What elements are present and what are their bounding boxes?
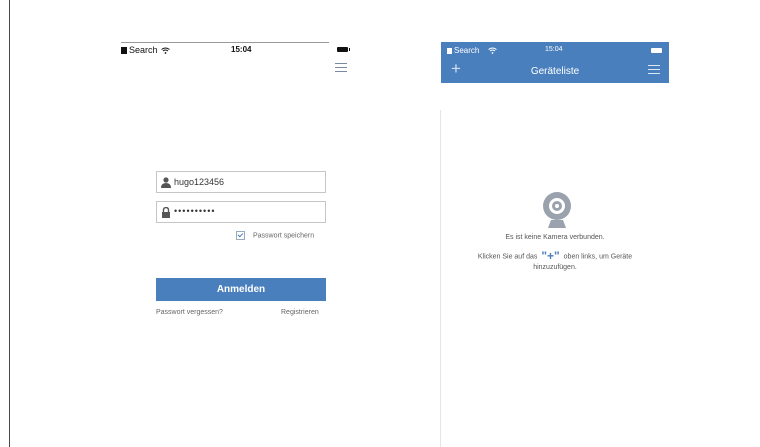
user-icon (161, 177, 171, 188)
status-time: 15:04 (231, 45, 252, 54)
username-value: hugo123456 (174, 177, 225, 187)
wifi-icon (487, 47, 497, 55)
battery-icon (651, 48, 662, 53)
menu-icon[interactable] (648, 65, 660, 75)
device-list-header: Search 15:04 + Geräteliste (441, 42, 669, 83)
lock-icon (162, 207, 170, 218)
camera-icon (543, 192, 571, 228)
wifi-icon (161, 47, 170, 55)
hint-text: hinzuzufügen. (533, 264, 577, 272)
check-icon[interactable] (236, 231, 245, 240)
menu-icon[interactable] (335, 63, 347, 73)
login-status-bar: Search 15:04 (121, 42, 350, 58)
forgot-password-link[interactable]: Passwort vergessen? (156, 309, 223, 316)
password-value: •••••••••• (174, 206, 216, 216)
remember-label: Passwort speichern (253, 232, 315, 240)
screen-divider (440, 110, 441, 447)
username-field[interactable]: hugo123456 (156, 171, 326, 193)
hint-text: oben links, um Geräte (561, 253, 633, 261)
register-link[interactable]: Registrieren (281, 309, 319, 316)
page-title: Geräteliste (530, 66, 580, 77)
carrier-label: Search (447, 46, 497, 55)
empty-hint: Klicken Sie auf das "+" oben links, um G… (441, 249, 669, 273)
battery-icon (337, 47, 350, 52)
remember-password-toggle[interactable]: Passwort speichern (236, 231, 314, 240)
page-border (9, 0, 10, 447)
plus-icon: "+" (541, 249, 560, 263)
status-time: 15:04 (545, 46, 563, 53)
carrier-label: Search (121, 45, 170, 55)
empty-message: Es ist keine Kamera verbunden. (505, 234, 605, 241)
login-button[interactable]: Anmelden (156, 278, 326, 301)
password-field[interactable]: •••••••••• (156, 201, 326, 223)
hint-text: Klicken Sie auf das (477, 253, 540, 261)
